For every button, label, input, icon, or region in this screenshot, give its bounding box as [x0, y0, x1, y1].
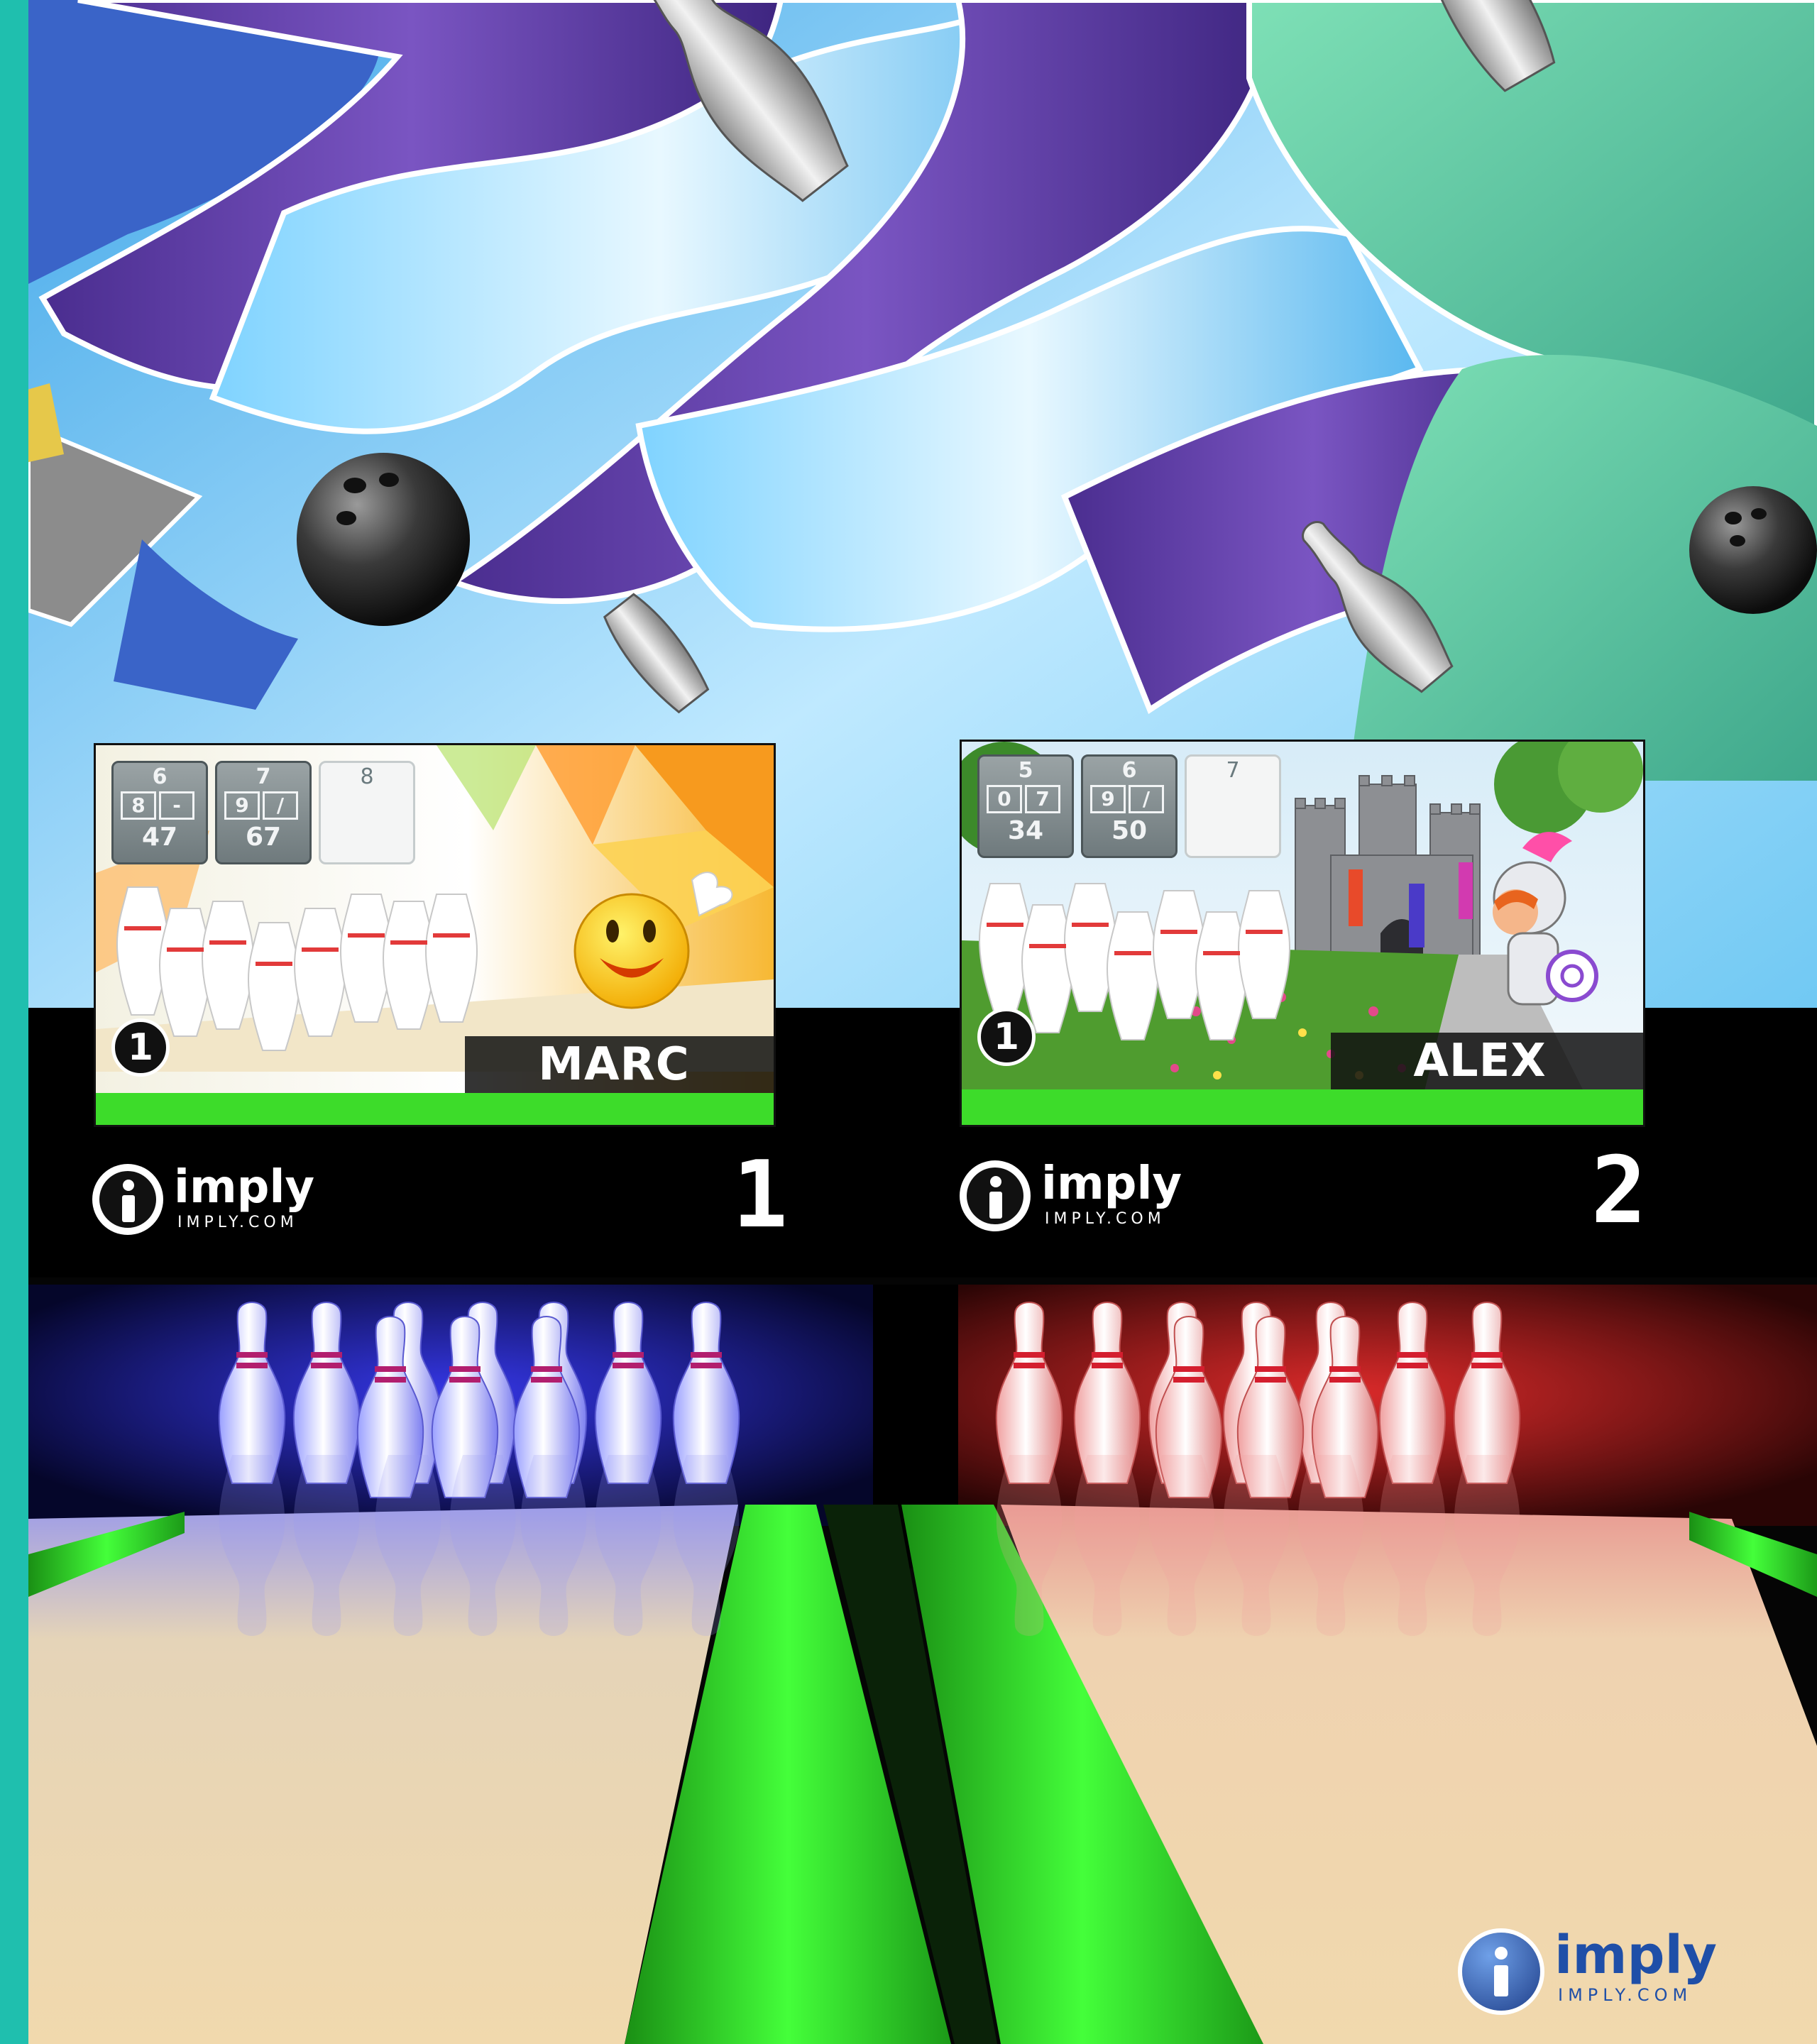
frame-box-current: 7 [1185, 754, 1281, 858]
roll-2-score: - [172, 793, 181, 817]
brand-name: imply [1554, 1925, 1718, 1986]
frame-number: 6 [1121, 758, 1137, 783]
lane-number: 1 [732, 1141, 788, 1248]
roll-1-box: 9 [1090, 785, 1126, 813]
frame-total: 47 [141, 823, 178, 852]
frame-box: 6 8 - 47 [111, 761, 208, 864]
frame-total: 34 [1007, 816, 1044, 845]
lane-1-screen: 6 8 - 47 7 9 / 67 8 1 MARC [96, 745, 774, 1125]
player-name: ALEX [1413, 1035, 1547, 1087]
player-badge: 1 [977, 1008, 1036, 1066]
lane-2-brand-logo: imply IMPLY.COM [960, 1158, 1215, 1231]
roll-2-score: 7 [1036, 787, 1050, 811]
player-badge: 1 [111, 1018, 170, 1077]
lane-2-screen: 5 0 7 34 6 9 / 50 7 1 ALEX [962, 742, 1643, 1125]
roll-1-box: 9 [224, 791, 260, 820]
roll-1-score: 0 [997, 787, 1011, 811]
frame-total: 67 [245, 823, 282, 852]
player-badge-number: 1 [127, 1026, 154, 1069]
roll-2-box: 7 [1025, 785, 1060, 813]
roll-2-score: / [276, 793, 285, 817]
info-logo-icon [92, 1164, 163, 1235]
frame-number: 5 [1018, 758, 1033, 783]
frame-number: 8 [360, 764, 374, 789]
roll-1-box: 8 [121, 791, 156, 820]
brand-url: IMPLY.COM [1558, 1985, 1693, 2005]
roll-2-box: / [263, 791, 298, 820]
bowling-ball-right [1689, 486, 1817, 614]
frame-box: 7 9 / 67 [215, 761, 312, 864]
frame-box: 5 0 7 34 [977, 754, 1074, 858]
info-logo-icon [960, 1160, 1031, 1231]
bowling-lanes-scene: 6 8 - 47 7 9 / 67 8 1 MARC 5 0 7 34 6 9 … [0, 0, 1817, 2044]
frame-number: 6 [152, 764, 168, 789]
roll-1-score: 8 [131, 793, 146, 817]
corner-brand-logo: imply IMPLY.COM [1462, 1927, 1718, 2012]
bowling-ball-left [297, 453, 470, 626]
lane-number: 2 [1591, 1136, 1647, 1244]
accent-strip [0, 0, 28, 2044]
frame-box-current: 8 [319, 761, 415, 864]
roll-1-box: 0 [987, 785, 1022, 813]
brand-name: imply [1041, 1158, 1182, 1210]
frame-box: 6 9 / 50 [1081, 754, 1178, 858]
brand-name: imply [174, 1161, 315, 1214]
roll-1-score: 9 [235, 793, 249, 817]
roll-2-box: - [159, 791, 194, 820]
frame-number: 7 [1226, 758, 1240, 783]
player-badge-number: 1 [993, 1016, 1020, 1058]
brand-url: IMPLY.COM [1045, 1210, 1165, 1228]
lane-1-brand-logo: imply IMPLY.COM [92, 1161, 348, 1235]
roll-1-score: 9 [1101, 787, 1115, 811]
frame-total: 50 [1111, 816, 1148, 845]
player-name: MARC [538, 1038, 690, 1091]
info-logo-icon [1462, 1933, 1540, 2011]
frame-number: 7 [256, 764, 271, 789]
roll-2-box: / [1129, 785, 1164, 813]
roll-2-score: / [1142, 787, 1151, 811]
brand-url: IMPLY.COM [177, 1214, 298, 1231]
